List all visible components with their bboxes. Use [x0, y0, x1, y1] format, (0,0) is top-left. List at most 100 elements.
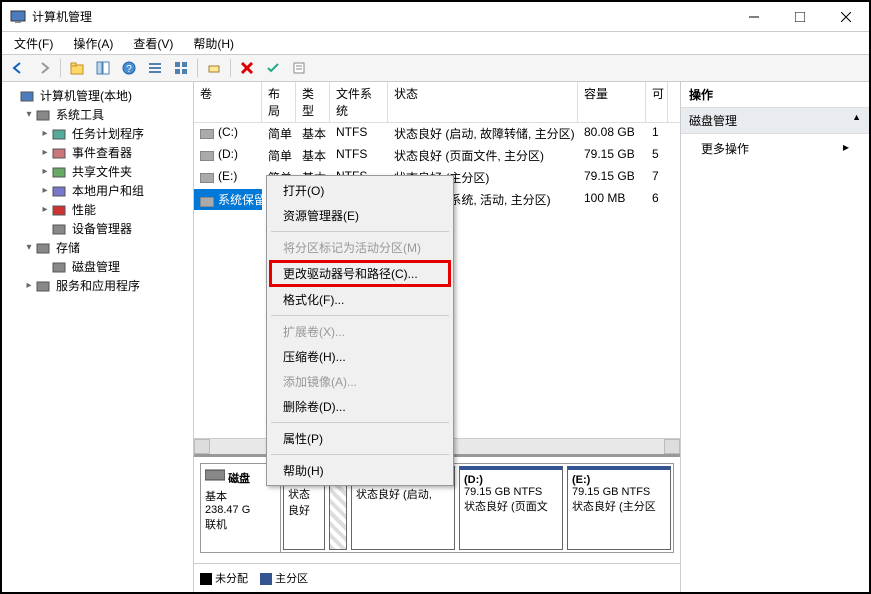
list-icon[interactable]	[169, 56, 193, 80]
find-icon[interactable]	[202, 56, 226, 80]
tree-label: 磁盘管理	[72, 258, 120, 275]
tree-label: 服务和应用程序	[56, 277, 140, 294]
menu-view[interactable]: 查看(V)	[125, 33, 181, 54]
tools-icon	[36, 107, 52, 123]
vol-cell: (C:)	[194, 123, 262, 144]
col-header-6[interactable]: 可	[646, 82, 668, 122]
window-title: 计算机管理	[32, 8, 92, 25]
minimize-button[interactable]	[731, 2, 777, 32]
ctx-item-10[interactable]: 删除卷(D)...	[269, 394, 451, 419]
up-icon[interactable]	[65, 56, 89, 80]
vol-cell: 6	[646, 189, 668, 210]
toolbar: ?	[2, 54, 869, 82]
tree-panel[interactable]: 计算机管理(本地)▾系统工具▸任务计划程序▸事件查看器▸共享文件夹▸本地用户和组…	[2, 82, 194, 592]
vol-cell: 系统保留	[194, 189, 262, 210]
context-menu[interactable]: 打开(O)资源管理器(E)将分区标记为活动分区(M)更改驱动器号和路径(C)..…	[266, 175, 454, 486]
tree-label: 共享文件夹	[72, 163, 132, 180]
users-icon	[52, 183, 68, 199]
vol-cell: 基本	[296, 145, 330, 166]
more-actions[interactable]: 更多操作 ▸	[681, 134, 869, 163]
svg-text:?: ?	[126, 64, 132, 75]
ctx-item-12[interactable]: 属性(P)	[269, 426, 451, 451]
maximize-button[interactable]	[777, 2, 823, 32]
menu-action[interactable]: 操作(A)	[65, 33, 121, 54]
tree-toggle-icon[interactable]: ▸	[38, 166, 52, 177]
tree-toggle-icon[interactable]: ▸	[38, 185, 52, 196]
col-header-0[interactable]: 卷	[194, 82, 262, 122]
col-header-3[interactable]: 文件系统	[330, 82, 388, 122]
tree-toggle-icon[interactable]: ▸	[38, 128, 52, 139]
vol-cell: (D:)	[194, 145, 262, 166]
help-icon[interactable]: ?	[117, 56, 141, 80]
scroll-right-icon[interactable]	[664, 439, 680, 454]
tree-label: 系统工具	[56, 106, 104, 123]
vol-cell: 79.15 GB	[578, 145, 646, 166]
tree-node-4[interactable]: ▸ 共享文件夹	[2, 162, 193, 181]
props-icon[interactable]	[287, 56, 311, 80]
ctx-item-8[interactable]: 压缩卷(H)...	[269, 344, 451, 369]
vol-cell: 79.15 GB	[578, 167, 646, 188]
vol-cell: NTFS	[330, 123, 388, 144]
ctx-item-4[interactable]: 更改驱动器号和路径(C)...	[269, 260, 451, 287]
col-header-5[interactable]: 容量	[578, 82, 646, 122]
ctx-item-14[interactable]: 帮助(H)	[269, 458, 451, 483]
tree-node-3[interactable]: ▸ 事件查看器	[2, 143, 193, 162]
ctx-item-7: 扩展卷(X)...	[269, 319, 451, 344]
partition[interactable]: (E:)79.15 GB NTFS状态良好 (主分区	[567, 466, 671, 550]
tree-node-6[interactable]: ▸性能	[2, 200, 193, 219]
ctx-item-9: 添加镜像(A)...	[269, 369, 451, 394]
menu-help[interactable]: 帮助(H)	[185, 33, 242, 54]
check-icon[interactable]	[261, 56, 285, 80]
tree-node-10[interactable]: ▸ 服务和应用程序	[2, 276, 193, 295]
tree-node-2[interactable]: ▸任务计划程序	[2, 124, 193, 143]
col-header-2[interactable]: 类型	[296, 82, 330, 122]
col-header-4[interactable]: 状态	[388, 82, 578, 122]
vol-cell: 5	[646, 145, 668, 166]
menu-file[interactable]: 文件(F)	[6, 33, 61, 54]
ctx-item-0[interactable]: 打开(O)	[269, 178, 451, 203]
vol-cell: 基本	[296, 123, 330, 144]
tree-node-7[interactable]: 设备管理器	[2, 219, 193, 238]
titlebar: 计算机管理	[2, 2, 869, 32]
tree-toggle-icon[interactable]: ▾	[22, 109, 36, 120]
ctx-item-1[interactable]: 资源管理器(E)	[269, 203, 451, 228]
back-icon[interactable]	[6, 56, 30, 80]
vol-cell: 1	[646, 123, 668, 144]
partition[interactable]: (D:)79.15 GB NTFS状态良好 (页面文	[459, 466, 563, 550]
close-button[interactable]	[823, 2, 869, 32]
details-icon[interactable]	[143, 56, 167, 80]
tree-toggle-icon[interactable]: ▾	[22, 242, 36, 253]
collapse-icon[interactable]: ▲	[852, 112, 861, 129]
volume-header[interactable]: 卷布局类型文件系统状态容量可	[194, 82, 680, 123]
volume-row[interactable]: (C:)简单基本NTFS状态良好 (启动, 故障转储, 主分区)80.08 GB…	[194, 123, 680, 145]
legend-primary-swatch	[260, 573, 272, 585]
tree-toggle-icon[interactable]: ▸	[22, 280, 36, 291]
ctx-item-5[interactable]: 格式化(F)...	[269, 287, 451, 312]
actions-header: 操作	[681, 82, 869, 108]
tree-label: 设备管理器	[72, 220, 132, 237]
tree-node-9[interactable]: 磁盘管理	[2, 257, 193, 276]
disk-type: 基本	[205, 488, 276, 504]
vol-cell: 80.08 GB	[578, 123, 646, 144]
scroll-left-icon[interactable]	[194, 439, 210, 454]
app-icon	[10, 9, 26, 25]
actions-section[interactable]: 磁盘管理 ▲	[681, 108, 869, 134]
tree-node-5[interactable]: ▸本地用户和组	[2, 181, 193, 200]
disk-status: 联机	[205, 516, 276, 532]
volume-icon	[200, 196, 214, 206]
tree-toggle-icon[interactable]: ▸	[38, 204, 52, 215]
volume-row[interactable]: (D:)简单基本NTFS状态良好 (页面文件, 主分区)79.15 GB5	[194, 145, 680, 167]
delete-icon[interactable]	[235, 56, 259, 80]
tree-toggle-icon[interactable]: ▸	[38, 147, 52, 158]
col-header-1[interactable]: 布局	[262, 82, 296, 122]
tree-node-8[interactable]: ▾存储	[2, 238, 193, 257]
forward-icon[interactable]	[32, 56, 56, 80]
legend-unalloc-swatch	[200, 573, 212, 585]
tree-node-1[interactable]: ▾ 系统工具	[2, 105, 193, 124]
tree-label: 事件查看器	[72, 144, 132, 161]
event-icon	[52, 145, 68, 161]
menubar: 文件(F) 操作(A) 查看(V) 帮助(H)	[2, 32, 869, 54]
tree-node-0[interactable]: 计算机管理(本地)	[2, 86, 193, 105]
task-icon	[52, 126, 68, 142]
tree-icon[interactable]	[91, 56, 115, 80]
